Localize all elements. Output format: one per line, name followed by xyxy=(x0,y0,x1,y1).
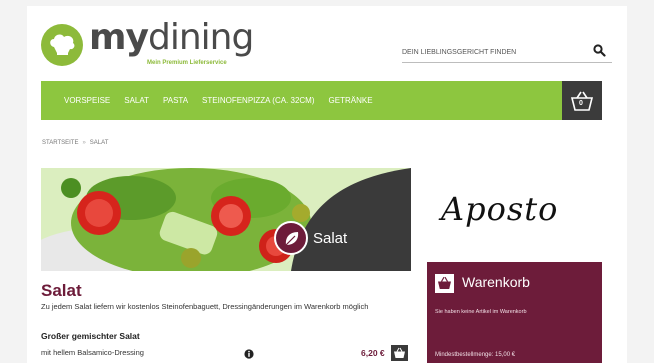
category-description: Zu jedem Salat liefern wir kostenlos Ste… xyxy=(41,302,369,311)
nav-item-salat[interactable]: Salat xyxy=(124,96,149,105)
restaurant-logo: Aposto xyxy=(435,186,585,246)
logo-brand-dining: dining xyxy=(147,17,254,58)
salad-photo xyxy=(41,168,411,271)
logo-wordmark: mydining xyxy=(89,17,254,58)
salad-category-icon xyxy=(274,221,308,255)
search-icon[interactable] xyxy=(593,44,606,62)
restaurant-name: Aposto xyxy=(441,190,559,228)
product-variant: mit hellem Balsamico-Dressing xyxy=(41,348,144,357)
logo-tagline: Mein Premium Lieferservice xyxy=(147,60,227,66)
cart-count-badge: 0 xyxy=(579,100,583,107)
logo-chef-hat-icon xyxy=(41,24,83,66)
basket-empty-message: Sie haben keine Artikel im Warenkorb xyxy=(435,309,527,315)
basket-icon xyxy=(435,274,454,293)
page: mydining Mein Premium Lieferservice Vors… xyxy=(27,6,627,363)
header-cart-button[interactable]: 0 xyxy=(562,81,602,120)
search-bar xyxy=(402,43,612,63)
leaf-icon xyxy=(285,232,299,246)
basket-minimum-order: Mindestbestellmenge: 15,00 € xyxy=(435,352,516,358)
product-name: Großer gemischter Salat xyxy=(41,331,140,341)
info-icon[interactable] xyxy=(244,346,254,363)
breadcrumb: Startseite » Salat xyxy=(42,140,108,146)
category-title: Salat xyxy=(41,281,82,300)
nav-item-steinofenpizza[interactable]: Steinofenpizza (ca. 32cm) xyxy=(202,96,314,105)
logo-brand-my: my xyxy=(89,17,149,58)
breadcrumb-current: Salat xyxy=(89,140,109,146)
add-to-cart-button[interactable] xyxy=(391,345,408,361)
nav-item-pasta[interactable]: Pasta xyxy=(163,96,188,105)
basket-icon xyxy=(394,347,405,358)
breadcrumb-separator: » xyxy=(82,140,86,146)
banner-category-label: Salat xyxy=(313,230,348,247)
nav-item-getraenke[interactable]: Getränke xyxy=(329,96,373,105)
category-banner: Salat xyxy=(41,168,411,271)
basket-panel: Warenkorb Sie haben keine Artikel im War… xyxy=(427,262,602,363)
product-price: 6,20 € xyxy=(361,348,385,358)
site-logo[interactable]: mydining Mein Premium Lieferservice xyxy=(41,17,254,74)
search-input[interactable] xyxy=(402,45,582,59)
product-row: mit hellem Balsamico-Dressing 6,20 € xyxy=(41,345,411,363)
basket-title: Warenkorb xyxy=(462,274,530,290)
main-nav: Vorspeise Salat Pasta Steinofenpizza (ca… xyxy=(41,81,562,120)
nav-item-vorspeise[interactable]: Vorspeise xyxy=(64,96,110,105)
breadcrumb-home[interactable]: Startseite xyxy=(42,140,78,146)
